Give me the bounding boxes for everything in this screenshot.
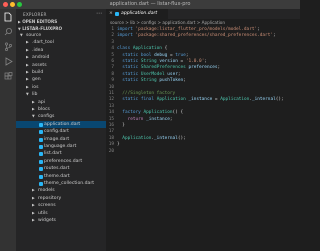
folder-item[interactable]: ▶ android <box>16 54 106 61</box>
title-bar: application.dart — listar-flux-pro <box>0 0 300 9</box>
dart-file-icon <box>39 174 43 179</box>
chevron-right-icon: ▶ <box>26 55 29 60</box>
file-item[interactable]: theme.dart <box>16 173 106 180</box>
file-item[interactable]: list.dart <box>16 150 106 157</box>
folder-item[interactable]: ▶ screens <box>16 202 106 209</box>
folder-item[interactable]: ▼ configs <box>16 113 106 120</box>
folder-item[interactable]: ▼ source <box>16 32 106 39</box>
chevron-right-icon: ▶ <box>32 107 35 111</box>
folder-item[interactable]: ▼ lib <box>16 91 106 98</box>
tree-item-label: ios <box>32 84 39 90</box>
file-item[interactable]: language.dart <box>16 143 106 150</box>
more-actions-icon[interactable]: ⋯ <box>96 10 102 17</box>
tree-item-label: theme.dart <box>44 173 70 179</box>
open-editors-section[interactable]: ▶ OPEN EDITORS <box>18 18 57 25</box>
chevron-right-icon: ▶ <box>32 99 35 104</box>
tree-item-label: configs <box>38 114 55 120</box>
tree-item-label: utils <box>38 210 48 216</box>
folder-item[interactable]: ▶ widgets <box>16 217 106 224</box>
dart-file-icon <box>39 122 43 127</box>
window-title: application.dart — listar-flux-pro <box>109 1 191 7</box>
chevron-down-icon: ▼ <box>32 114 35 119</box>
chevron-right-icon: ▶ <box>26 40 29 45</box>
tab-application-dart[interactable]: × application.dart <box>106 9 168 19</box>
folder-item[interactable]: ▶ models <box>16 187 106 194</box>
editor-area: × application.dart source > lib > config… <box>106 9 300 251</box>
tree-item-label: lib <box>32 92 38 98</box>
dart-file-icon <box>39 182 43 186</box>
code-line[interactable]: 20 <box>106 149 300 155</box>
files-icon[interactable] <box>3 12 13 22</box>
chevron-right-icon: ▶ <box>32 188 35 193</box>
tree-item-label: theme_collection.dart <box>44 181 95 186</box>
dart-file-icon <box>39 159 43 164</box>
close-tab-icon[interactable]: × <box>109 9 113 19</box>
folder-item[interactable]: ▶ ios <box>16 84 106 91</box>
source-control-icon[interactable] <box>3 42 13 52</box>
tree-item-label: image.dart <box>44 136 70 142</box>
folder-item[interactable]: ▶ blocs <box>16 106 106 113</box>
tree-item-label: .idea <box>32 47 44 53</box>
file-item[interactable]: preferences.dart <box>16 158 106 165</box>
search-icon[interactable] <box>3 27 13 37</box>
file-item[interactable]: image.dart <box>16 136 106 143</box>
extensions-icon[interactable] <box>3 72 13 82</box>
dart-file-icon <box>39 130 43 135</box>
debug-icon[interactable] <box>3 57 13 67</box>
breadcrumb[interactable]: source > lib > configs > application.dar… <box>110 20 225 26</box>
tree-item-label: list.dart <box>44 151 62 157</box>
chevron-right-icon: ▶ <box>26 84 29 89</box>
dart-file-icon <box>39 145 43 149</box>
tree-item-label: gen <box>32 77 41 83</box>
file-item[interactable]: config.dart <box>16 128 106 135</box>
folder-item[interactable]: ▶ utils <box>16 210 106 217</box>
folder-item[interactable]: ▶ repository <box>16 195 106 202</box>
file-item[interactable]: application.dart <box>16 120 106 129</box>
folder-item[interactable]: ▶ assets <box>16 62 106 69</box>
project-section[interactable]: ▼ LISTAR-FLUXPRO <box>18 25 62 32</box>
dart-file-icon <box>115 12 119 16</box>
tree-item-label: source <box>26 33 42 38</box>
folder-item[interactable]: ▶ gen <box>16 76 106 83</box>
folder-item[interactable]: ▶ .dart_tool <box>16 39 106 46</box>
chevron-right-icon: ▶ <box>32 210 35 215</box>
activity-bar <box>0 9 16 251</box>
chevron-down-icon: ▼ <box>26 92 29 97</box>
tree-item-label: models <box>38 188 55 194</box>
dart-file-icon <box>39 167 43 172</box>
dart-file-icon <box>39 137 43 142</box>
tree-item-label: android <box>32 55 50 61</box>
file-item[interactable]: routes.dart <box>16 165 106 172</box>
explorer-sidebar: EXPLORER ⋯ ▶ OPEN EDITORS ▼ LISTAR-FLUXP… <box>16 9 106 251</box>
explorer-header: EXPLORER <box>23 12 47 17</box>
tree-item-label: application.dart <box>44 121 81 127</box>
tree-item-label: api <box>38 99 46 105</box>
chevron-right-icon: ▶ <box>26 70 29 74</box>
folder-item[interactable]: ▶ .idea <box>16 47 106 54</box>
tree-item-label: blocs <box>38 107 50 112</box>
folder-item[interactable]: ▶ api <box>16 99 106 106</box>
tree-item-label: screens <box>38 203 56 209</box>
chevron-right-icon: ▶ <box>26 47 29 52</box>
chevron-right-icon: ▶ <box>32 218 35 222</box>
chevron-right-icon: ▶ <box>32 195 35 200</box>
file-item[interactable]: theme_collection.dart <box>16 180 106 187</box>
tab-bar: × application.dart <box>106 9 300 19</box>
tree-item-label: config.dart <box>44 129 69 135</box>
line-number: 20 <box>108 148 114 154</box>
tree-item-label: repository <box>38 195 62 201</box>
tree-item-label: widgets <box>38 218 56 223</box>
chevron-right-icon: ▶ <box>26 77 29 82</box>
tree-item-label: .dart_tool <box>32 40 54 46</box>
tree-item-label: assets <box>32 62 47 68</box>
folder-item[interactable]: ▶ build <box>16 69 106 76</box>
chevron-down-icon: ▼ <box>20 33 23 37</box>
tree-item-label: preferences.dart <box>44 158 83 164</box>
tree-item-label: build <box>32 70 44 75</box>
dart-file-icon <box>39 152 43 157</box>
tree-item-label: routes.dart <box>44 166 70 172</box>
chevron-right-icon: ▶ <box>32 203 35 208</box>
chevron-right-icon: ▶ <box>26 62 29 67</box>
tree-item-label: language.dart <box>44 144 77 149</box>
